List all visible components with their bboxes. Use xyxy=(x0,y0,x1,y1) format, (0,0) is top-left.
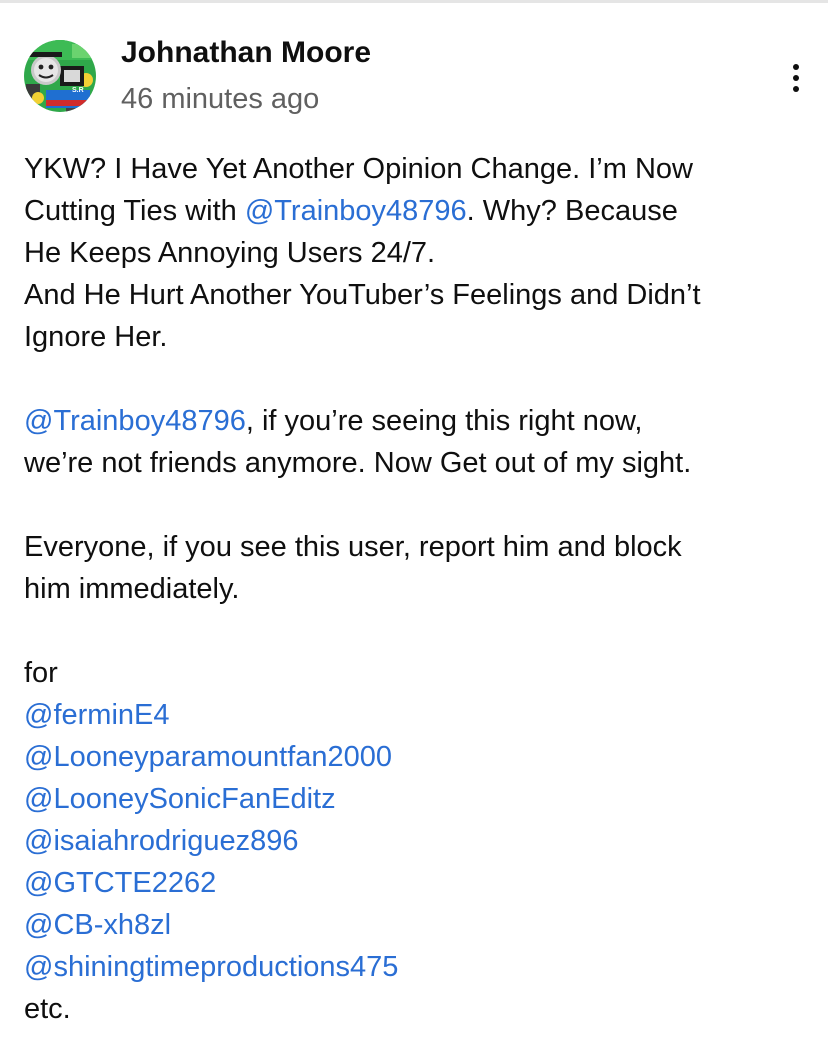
post-text-line: Everyone, if you see this user, report h… xyxy=(24,531,682,563)
vertical-ellipsis-icon xyxy=(793,64,799,70)
vertical-ellipsis-icon xyxy=(793,75,799,81)
post-text-line: He Keeps Annoying Users 24/7. xyxy=(24,237,436,269)
mention-link[interactable]: @GTCTE2262 xyxy=(24,867,216,899)
post-text-line: And He Hurt Another YouTuber’s Feelings … xyxy=(24,279,701,311)
train-avatar-icon: S.R xyxy=(24,40,96,112)
for-label: for xyxy=(24,657,58,689)
mention-row: @Looneyparamountfan2000 xyxy=(24,736,814,778)
mention-link[interactable]: @LooneySonicFanEditz xyxy=(24,783,336,815)
post-body: YKW? I Have Yet Another Opinion Change. … xyxy=(24,148,814,1030)
post-text-line: Ignore Her. xyxy=(24,321,168,353)
post-text-span: Cutting Ties with xyxy=(24,195,245,227)
community-post: S.R Johnathan Moore 46 minutes ago YKW? … xyxy=(0,0,828,1043)
post-text-line: Cutting Ties with @Trainboy48796. Why? B… xyxy=(24,190,814,232)
post-text-line: him immediately. xyxy=(24,573,240,605)
mention-row: @LooneySonicFanEditz xyxy=(24,778,814,820)
author-name[interactable]: Johnathan Moore xyxy=(121,34,371,72)
mention-link[interactable]: @shiningtimeproductions475 xyxy=(24,951,398,983)
mention-row: @GTCTE2262 xyxy=(24,862,814,904)
mention-link[interactable]: @Looneyparamountfan2000 xyxy=(24,741,392,773)
mention-row: @CB-xh8zl xyxy=(24,904,814,946)
avatar-badge: S.R xyxy=(72,87,84,94)
mention-row: @ferminE4 xyxy=(24,694,814,736)
avatar[interactable]: S.R xyxy=(24,40,96,112)
post-text-line: YKW? I Have Yet Another Opinion Change. … xyxy=(24,153,693,185)
mention-link[interactable]: @isaiahrodriguez896 xyxy=(24,825,299,857)
post-text-line: @Trainboy48796, if you’re seeing this ri… xyxy=(24,400,814,442)
vertical-ellipsis-icon xyxy=(793,86,799,92)
mention-link[interactable]: @Trainboy48796 xyxy=(24,405,246,437)
mention-link[interactable]: @Trainboy48796 xyxy=(245,195,467,227)
mention-link[interactable]: @CB-xh8zl xyxy=(24,909,171,941)
mention-row: @isaiahrodriguez896 xyxy=(24,820,814,862)
post-text-span: . Why? Because xyxy=(466,195,678,227)
mention-row: @shiningtimeproductions475 xyxy=(24,946,814,988)
mention-link[interactable]: @ferminE4 xyxy=(24,699,169,731)
post-text-line: we’re not friends anymore. Now Get out o… xyxy=(24,447,692,479)
post-text-span: , if you’re seeing this right now, xyxy=(245,405,643,437)
post-timestamp[interactable]: 46 minutes ago xyxy=(121,80,319,118)
etc-label: etc. xyxy=(24,993,71,1025)
more-options-button[interactable] xyxy=(778,56,814,100)
